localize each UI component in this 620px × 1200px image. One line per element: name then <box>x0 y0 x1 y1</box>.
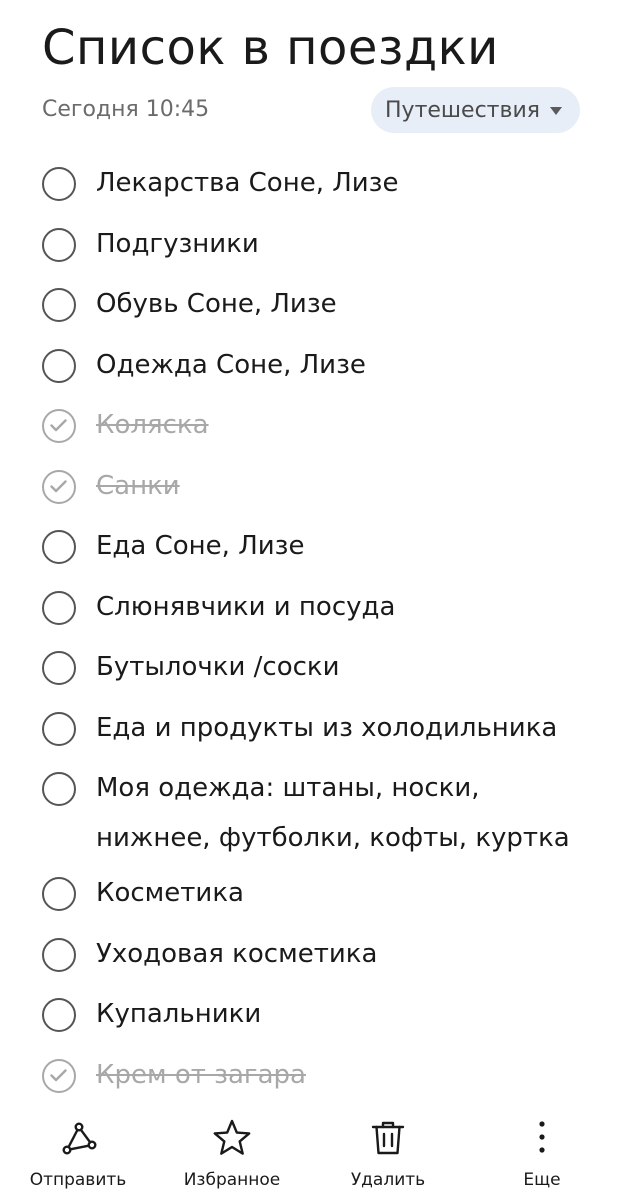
checkbox-unchecked[interactable] <box>42 590 76 625</box>
checkmark-icon <box>50 479 67 492</box>
checklist-item-text[interactable]: Крем от загара <box>96 1045 306 1100</box>
checkbox-unchecked[interactable] <box>42 772 76 806</box>
delete-button[interactable]: Удалить <box>328 1110 448 1200</box>
checklist-item: Слюнявчики и посуда <box>42 577 602 638</box>
note-meta: Сегодня 10:45 Путешествия <box>42 86 580 134</box>
checklist-item: Одежда Соне, Лизе <box>42 335 602 396</box>
checklist-item-text[interactable]: Бутылочки /соски <box>96 637 340 692</box>
checkbox-unchecked[interactable] <box>42 288 76 322</box>
share-icon <box>62 1122 97 1155</box>
checklist-item-text[interactable]: Еда Соне, Лизе <box>96 516 304 571</box>
trash-icon <box>371 1121 405 1155</box>
share-label: Отправить <box>29 1170 127 1190</box>
checkbox-unchecked[interactable] <box>42 877 76 911</box>
checklist-item-text[interactable]: Подгузники <box>96 214 259 269</box>
checklist-item: Купальники <box>42 984 602 1045</box>
checklist-item: Еда Соне, Лизе <box>42 516 602 577</box>
checkbox-checked[interactable] <box>42 1058 76 1093</box>
checkbox-checked[interactable] <box>42 469 76 504</box>
checkmark-icon <box>50 1068 67 1081</box>
favorite-label: Избранное <box>183 1170 281 1190</box>
category-dropdown[interactable]: Путешествия <box>371 87 580 133</box>
more-vertical-icon <box>539 1121 545 1153</box>
more-label: Еще <box>523 1170 561 1190</box>
checkbox-unchecked[interactable] <box>42 651 76 685</box>
checkbox-unchecked[interactable] <box>42 937 76 972</box>
checklist-item-text[interactable]: Купальники <box>96 984 261 1039</box>
checklist-item-text[interactable]: Коляска <box>96 395 209 450</box>
checklist-item: Еда и продукты из холодильника <box>42 698 602 759</box>
checkmark-icon <box>50 419 67 432</box>
checklist-item: Бутылочки /соски <box>42 637 602 698</box>
checkbox-unchecked[interactable] <box>42 167 76 201</box>
note-timestamp: Сегодня 10:45 <box>42 97 210 122</box>
checklist-item: Санки <box>42 456 602 517</box>
delete-label: Удалить <box>350 1170 426 1190</box>
checkbox-checked[interactable] <box>42 409 76 443</box>
checklist-item-text[interactable]: Уходовая косметика <box>96 924 377 979</box>
checklist-item-text[interactable]: Слюнявчики и посуда <box>96 577 395 632</box>
checklist-item-text[interactable]: Обувь Соне, Лизе <box>96 274 337 329</box>
more-button[interactable]: Еще <box>482 1110 602 1200</box>
checklist-item: Крем от загара <box>42 1045 602 1106</box>
checklist-item: Коляска <box>42 395 602 456</box>
checklist-item-text[interactable]: Санки <box>96 456 180 511</box>
share-button[interactable]: Отправить <box>18 1110 138 1200</box>
checklist: Лекарства Соне, Лизе Подгузники Обувь Соне… <box>42 153 602 1105</box>
checklist-item-text[interactable]: Косметика <box>96 863 244 918</box>
checkbox-unchecked[interactable] <box>42 348 76 383</box>
checkbox-unchecked[interactable] <box>42 998 76 1032</box>
checklist-item: Уходовая косметика <box>42 924 602 985</box>
checklist-item: Косметика <box>42 863 602 924</box>
checkbox-unchecked[interactable] <box>42 227 76 262</box>
checklist-item: Обувь Соне, Лизе <box>42 274 602 335</box>
note-page: Список в поездки Сегодня 10:45 Путешеств… <box>0 0 620 1200</box>
checkbox-unchecked[interactable] <box>42 530 76 564</box>
page-title[interactable]: Список в поездки <box>42 20 499 76</box>
checklist-item-text[interactable]: Одежда Соне, Лизе <box>96 335 366 390</box>
checklist-item: Моя одежда: штаны, носки, нижнее, футбол… <box>42 758 602 863</box>
checklist-item-text[interactable]: Еда и продукты из холодильника <box>96 698 557 753</box>
caret-down-icon <box>550 107 562 115</box>
favorite-button[interactable]: Избранное <box>172 1110 292 1200</box>
category-label: Путешествия <box>385 97 540 123</box>
checklist-item: Лекарства Соне, Лизе <box>42 153 602 214</box>
bottom-toolbar: Отправить Избранное Удалить Еще <box>0 1110 620 1200</box>
checklist-item-text[interactable]: Моя одежда: штаны, носки, нижнее, футбол… <box>96 758 602 863</box>
star-icon <box>213 1119 251 1155</box>
checklist-item-text[interactable]: Лекарства Соне, Лизе <box>96 153 399 208</box>
checklist-item: Подгузники <box>42 214 602 275</box>
checkbox-unchecked[interactable] <box>42 711 76 746</box>
